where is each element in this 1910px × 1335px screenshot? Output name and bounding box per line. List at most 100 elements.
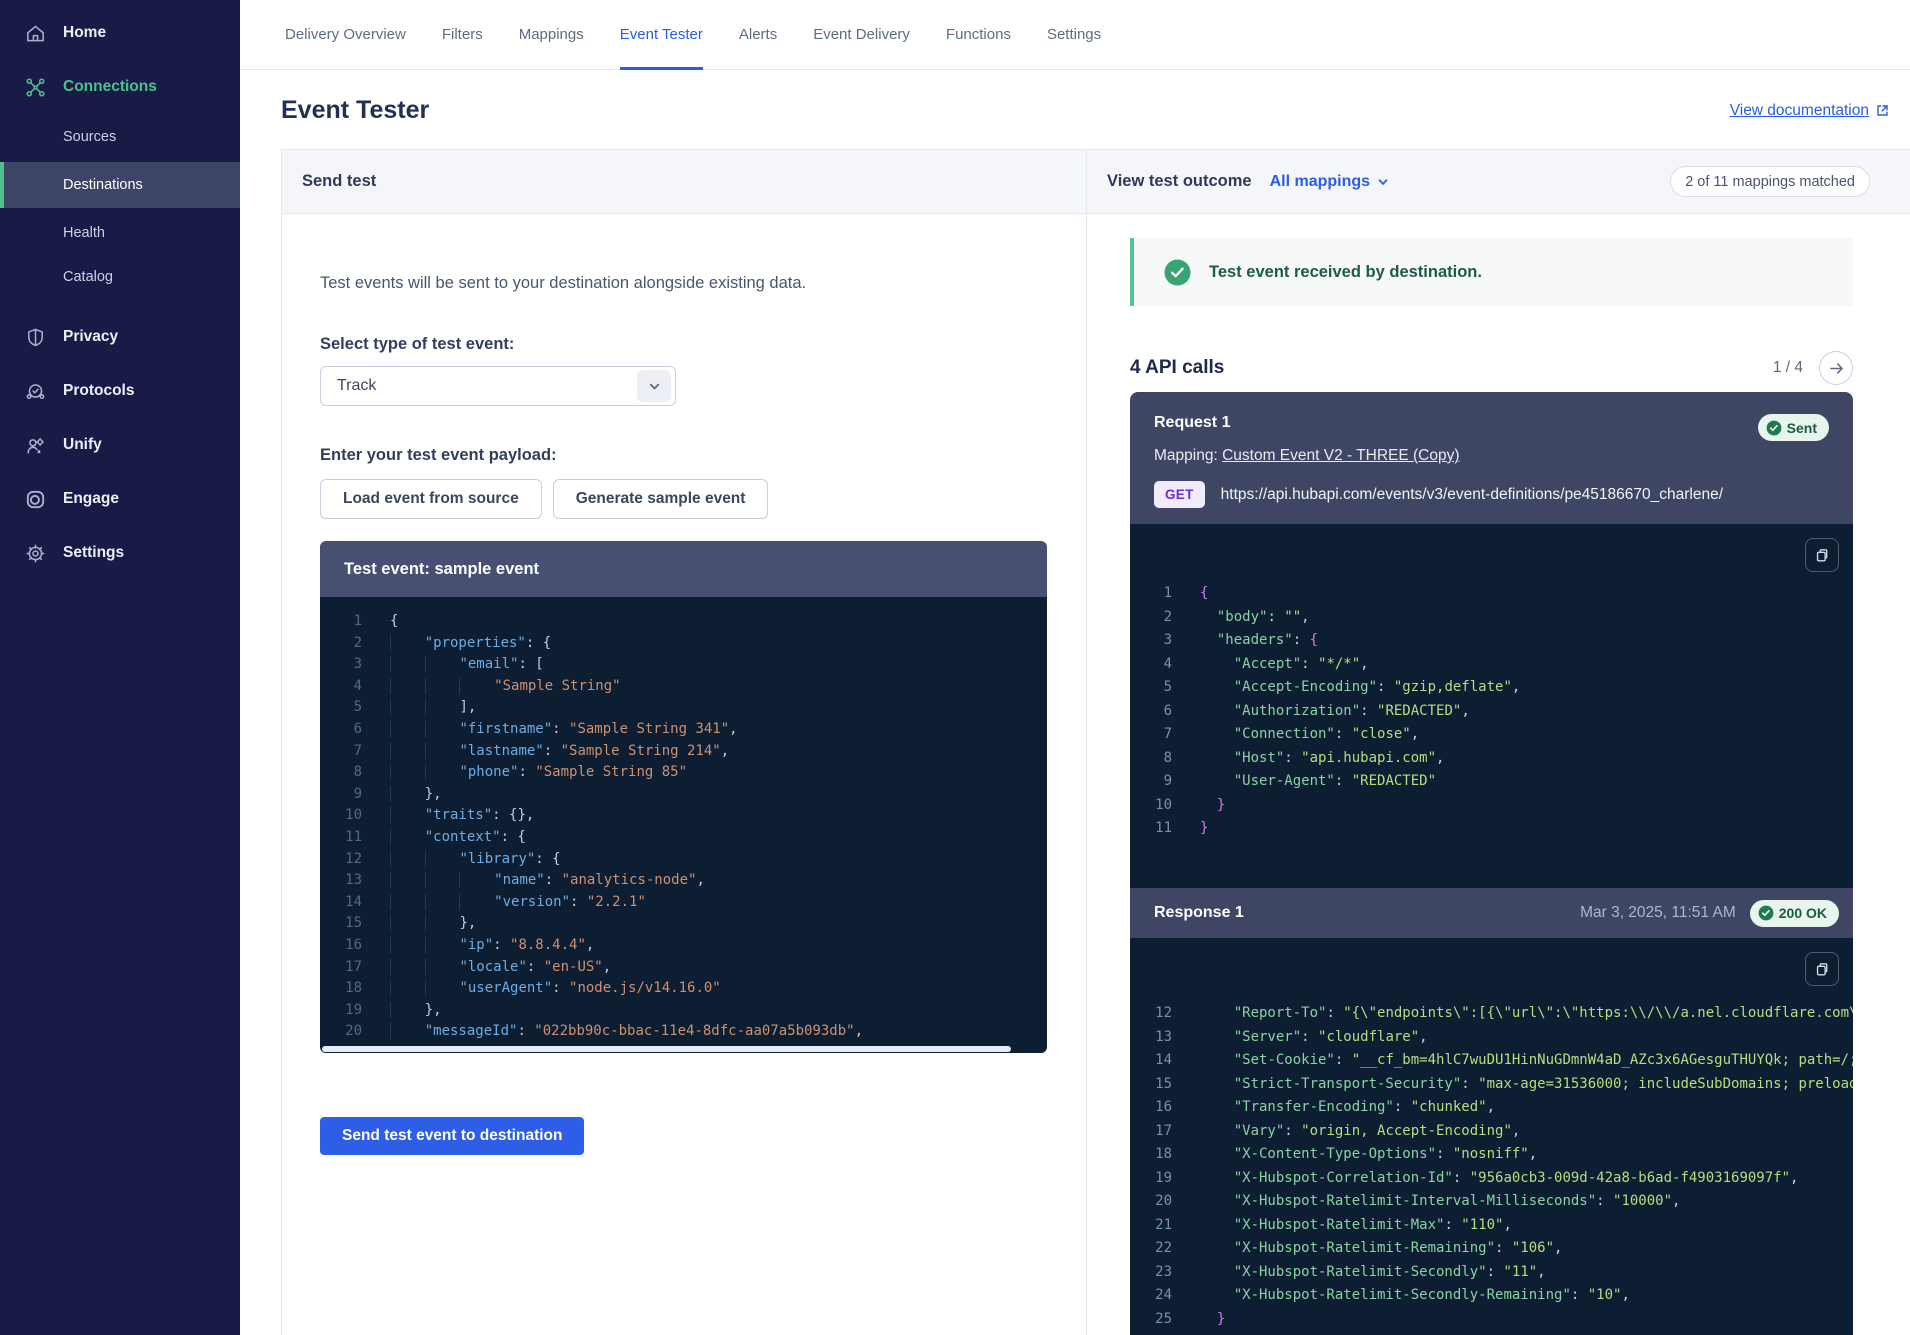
mapping-link[interactable]: Custom Event V2 - THREE (Copy) bbox=[1222, 447, 1459, 464]
code-line-content: } bbox=[1200, 1331, 1208, 1335]
generate-sample-button[interactable]: Generate sample event bbox=[553, 479, 769, 519]
line-number: 23 bbox=[1130, 1261, 1172, 1285]
code-line-content: "Accept": "*/*", bbox=[1200, 653, 1369, 677]
tab-filters[interactable]: Filters bbox=[442, 0, 483, 69]
sidebar-item-unify[interactable]: Unify bbox=[0, 422, 240, 468]
sidebar-item-engage[interactable]: Engage bbox=[0, 476, 240, 522]
line-number: 26 bbox=[1130, 1331, 1172, 1335]
line-number: 9 bbox=[1130, 770, 1172, 794]
tab-event-tester[interactable]: Event Tester bbox=[620, 0, 703, 69]
line-number: 19 bbox=[320, 1000, 362, 1022]
line-number: 16 bbox=[1130, 1096, 1172, 1120]
line-number: 12 bbox=[320, 849, 362, 871]
line-number: 6 bbox=[320, 719, 362, 741]
line-number: 12 bbox=[1130, 1002, 1172, 1026]
line-number: 11 bbox=[320, 827, 362, 849]
line-number: 19 bbox=[1130, 1167, 1172, 1191]
tab-event-delivery[interactable]: Event Delivery bbox=[813, 0, 910, 69]
sidebar-item-privacy[interactable]: Privacy bbox=[0, 314, 240, 360]
line-number: 24 bbox=[1130, 1284, 1172, 1308]
payload-code-input[interactable]: 1{2 "properties": {3 "email": [4 "Sample… bbox=[320, 597, 1047, 1045]
code-line-content: "X-Hubspot-Ratelimit-Remaining": "106", bbox=[1200, 1237, 1562, 1261]
line-number: 4 bbox=[1130, 653, 1172, 677]
mapping-filter-dropdown[interactable]: All mappings bbox=[1270, 173, 1389, 191]
code-line-content: "X-Hubspot-Ratelimit-Secondly-Remaining"… bbox=[1200, 1284, 1630, 1308]
line-number: 16 bbox=[320, 935, 362, 957]
tab-mappings[interactable]: Mappings bbox=[519, 0, 584, 69]
success-message: Test event received by destination. bbox=[1209, 263, 1482, 282]
code-line-content: } bbox=[1200, 817, 1208, 841]
payload-editor-header: Test event: sample event bbox=[320, 541, 1047, 597]
code-line-content: ], bbox=[390, 697, 476, 719]
code-line-content: "name": "analytics-node", bbox=[390, 870, 705, 892]
code-line: 9 }, bbox=[320, 784, 1047, 806]
load-event-button[interactable]: Load event from source bbox=[320, 479, 542, 519]
sidebar-item-label: Catalog bbox=[63, 269, 113, 285]
line-number: 17 bbox=[1130, 1120, 1172, 1144]
sidebar-item-label: Health bbox=[63, 225, 105, 241]
send-test-event-button[interactable]: Send test event to destination bbox=[320, 1117, 584, 1155]
code-line: 20 "messageId": "022bb90c-bbac-11e4-8dfc… bbox=[320, 1021, 1047, 1043]
line-number: 20 bbox=[320, 1021, 362, 1043]
tab-label: Event Tester bbox=[620, 26, 703, 43]
sidebar-item-destinations[interactable]: Destinations bbox=[0, 162, 240, 208]
line-number: 15 bbox=[320, 913, 362, 935]
line-number: 4 bbox=[320, 676, 362, 698]
home-icon bbox=[24, 22, 47, 45]
outcome-title: View test outcome bbox=[1107, 172, 1252, 191]
line-number: 11 bbox=[1130, 817, 1172, 841]
sidebar-item-label: Sources bbox=[63, 129, 116, 145]
sidebar-item-settings[interactable]: Settings bbox=[0, 530, 240, 576]
engage-icon bbox=[24, 488, 47, 511]
line-number: 25 bbox=[1130, 1308, 1172, 1332]
send-test-body: Test events will be sent to your destina… bbox=[282, 214, 1086, 1155]
sidebar-item-catalog[interactable]: Catalog bbox=[0, 258, 240, 296]
code-line: 19 }, bbox=[320, 1000, 1047, 1022]
line-number: 5 bbox=[320, 697, 362, 719]
view-documentation-link[interactable]: View documentation bbox=[1730, 102, 1890, 120]
sidebar-item-home[interactable]: Home bbox=[0, 10, 240, 56]
copy-request-button[interactable] bbox=[1805, 538, 1839, 572]
gear-icon bbox=[24, 542, 47, 565]
line-number: 14 bbox=[1130, 1049, 1172, 1073]
sidebar-item-label: Protocols bbox=[63, 382, 134, 400]
code-line-content: "context": { bbox=[390, 827, 526, 849]
http-method-chip: GET bbox=[1154, 481, 1205, 508]
sent-status-label: Sent bbox=[1787, 420, 1817, 436]
event-type-select[interactable]: Track bbox=[320, 366, 676, 406]
tab-delivery-overview[interactable]: Delivery Overview bbox=[285, 0, 406, 69]
code-line-content: "messageId": "022bb90c-bbac-11e4-8dfc-aa… bbox=[390, 1021, 863, 1043]
request-code[interactable]: 1{2 "body": "",3 "headers": {4 "Accept":… bbox=[1130, 524, 1853, 888]
code-line-content: "Vary": "origin, Accept-Encoding", bbox=[1200, 1120, 1520, 1144]
outcome-header-left: View test outcome All mappings bbox=[1107, 172, 1389, 191]
line-number: 7 bbox=[320, 741, 362, 763]
response-code[interactable]: 12 "Report-To": "{\"endpoints\":[{\"url\… bbox=[1130, 938, 1853, 1335]
payload-actions: Load event from source Generate sample e… bbox=[320, 479, 1046, 519]
next-call-button[interactable] bbox=[1819, 351, 1853, 385]
page-header: Event Tester View documentation bbox=[240, 70, 1910, 149]
request-title-row: Request 1 Sent bbox=[1154, 414, 1829, 441]
payload-editor: Test event: sample event 1{2 "properties… bbox=[320, 541, 1047, 1053]
code-line: 13 "Server": "cloudflare", bbox=[1130, 1026, 1853, 1050]
chevron-down-icon[interactable] bbox=[637, 370, 671, 402]
copy-icon bbox=[1814, 961, 1830, 977]
code-line: 17 "Vary": "origin, Accept-Encoding", bbox=[1130, 1120, 1853, 1144]
code-line: 6 "Authorization": "REDACTED", bbox=[1130, 700, 1853, 724]
request-title: Request 1 bbox=[1154, 414, 1230, 432]
scrollbar-thumb[interactable] bbox=[322, 1046, 1011, 1052]
sidebar-item-protocols[interactable]: Protocols bbox=[0, 368, 240, 414]
mapping-filter-value: All mappings bbox=[1270, 173, 1370, 191]
code-line-content: "Connection": "close", bbox=[1200, 723, 1419, 747]
tab-functions[interactable]: Functions bbox=[946, 0, 1011, 69]
code-line: 11 "context": { bbox=[320, 827, 1047, 849]
code-line: 18 "userAgent": "node.js/v14.16.0" bbox=[320, 978, 1047, 1000]
privacy-shield-icon bbox=[24, 326, 47, 349]
copy-response-button[interactable] bbox=[1805, 952, 1839, 986]
sidebar-item-sources[interactable]: Sources bbox=[0, 118, 240, 156]
sidebar-item-connections[interactable]: Connections bbox=[0, 64, 240, 110]
sidebar-item-health[interactable]: Health bbox=[0, 214, 240, 252]
tab-alerts[interactable]: Alerts bbox=[739, 0, 777, 69]
code-line-content: "phone": "Sample String 85" bbox=[390, 762, 687, 784]
editor-horizontal-scrollbar[interactable] bbox=[320, 1045, 1047, 1053]
tab-settings[interactable]: Settings bbox=[1047, 0, 1101, 69]
